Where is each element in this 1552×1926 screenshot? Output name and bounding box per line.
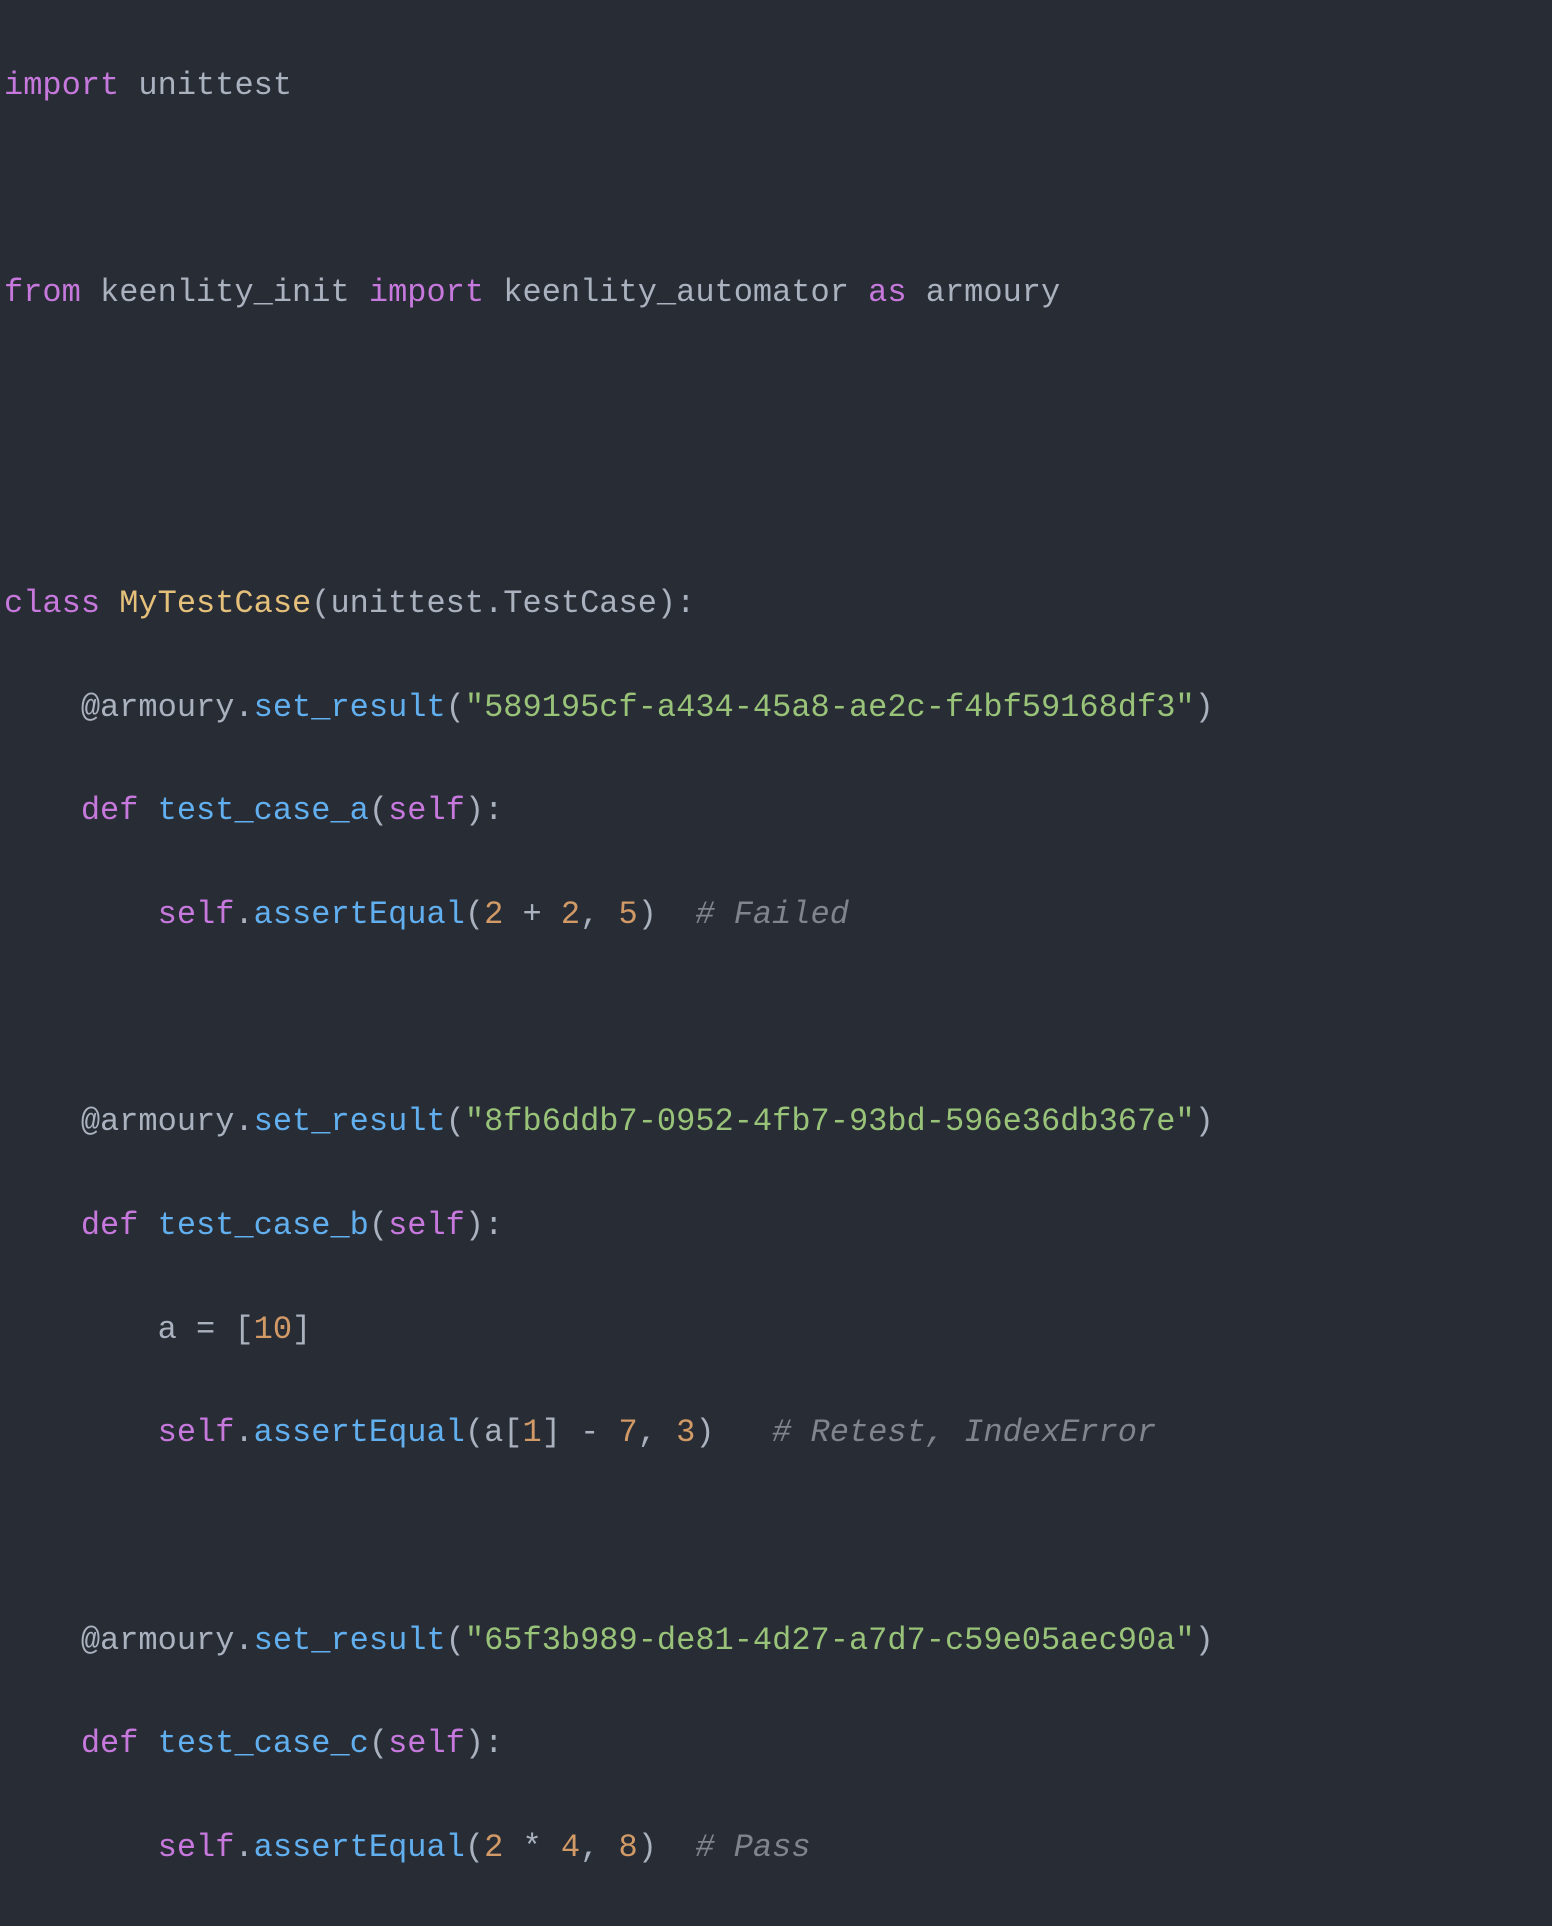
self-ref: self	[158, 1829, 235, 1866]
code-line: def test_case_c(self):	[0, 1718, 1552, 1770]
keyword-import: import	[369, 274, 484, 311]
number-literal: 5	[619, 896, 638, 933]
decorator-at: @	[81, 1622, 100, 1659]
number-literal: 4	[561, 1829, 580, 1866]
self-param: self	[388, 1725, 465, 1762]
class-name: MyTestCase	[119, 585, 311, 622]
base-class: TestCase	[503, 585, 657, 622]
variable: a	[158, 1311, 177, 1348]
comment: # Failed	[695, 896, 849, 933]
code-line-blank	[0, 1511, 1552, 1563]
code-line-blank	[0, 371, 1552, 423]
code-line: self.assertEqual(2 * 4, 8) # Pass	[0, 1822, 1552, 1874]
decorator-at: @	[81, 689, 100, 726]
variable: a	[484, 1414, 503, 1451]
method-call: assertEqual	[254, 1414, 465, 1451]
code-line: self.assertEqual(2 + 2, 5) # Failed	[0, 889, 1552, 941]
decorator-method: set_result	[254, 689, 446, 726]
uuid-string: 8fb6ddb7-0952-4fb7-93bd-596e36db367e	[484, 1103, 1175, 1140]
number-literal: 3	[676, 1414, 695, 1451]
number-literal: 2	[484, 1829, 503, 1866]
comment: # Retest, IndexError	[772, 1414, 1156, 1451]
uuid-string: 589195cf-a434-45a8-ae2c-f4bf59168df3	[484, 689, 1175, 726]
module-name: unittest	[138, 67, 292, 104]
code-line: def test_case_b(self):	[0, 1200, 1552, 1252]
decorator-method: set_result	[254, 1622, 446, 1659]
self-param: self	[388, 1207, 465, 1244]
number-literal: 10	[254, 1311, 292, 1348]
module-name: keenlity_automator	[503, 274, 849, 311]
keyword-def: def	[81, 1725, 139, 1762]
function-name: test_case_c	[158, 1725, 369, 1762]
keyword-import: import	[4, 67, 119, 104]
decorator-object: armoury	[100, 1103, 234, 1140]
code-line: @armoury.set_result("65f3b989-de81-4d27-…	[0, 1615, 1552, 1667]
base-module: unittest	[330, 585, 484, 622]
number-literal: 2	[484, 896, 503, 933]
method-call: assertEqual	[254, 896, 465, 933]
keyword-def: def	[81, 1207, 139, 1244]
number-literal: 1	[522, 1414, 541, 1451]
code-line-blank	[0, 474, 1552, 526]
function-name: test_case_b	[158, 1207, 369, 1244]
code-line: @armoury.set_result("8fb6ddb7-0952-4fb7-…	[0, 1096, 1552, 1148]
keyword-def: def	[81, 792, 139, 829]
code-line: @armoury.set_result("589195cf-a434-45a8-…	[0, 682, 1552, 734]
code-line-blank	[0, 163, 1552, 215]
uuid-string: 65f3b989-de81-4d27-a7d7-c59e05aec90a	[484, 1622, 1175, 1659]
number-literal: 2	[561, 896, 580, 933]
alias-name: armoury	[926, 274, 1060, 311]
keyword-as: as	[868, 274, 906, 311]
code-line: from keenlity_init import keenlity_autom…	[0, 267, 1552, 319]
code-line: class MyTestCase(unittest.TestCase):	[0, 578, 1552, 630]
decorator-at: @	[81, 1103, 100, 1140]
decorator-object: armoury	[100, 689, 234, 726]
function-name: test_case_a	[158, 792, 369, 829]
method-call: assertEqual	[254, 1829, 465, 1866]
decorator-object: armoury	[100, 1622, 234, 1659]
self-ref: self	[158, 1414, 235, 1451]
self-ref: self	[158, 896, 235, 933]
code-line: import unittest	[0, 60, 1552, 112]
code-line-blank	[0, 993, 1552, 1045]
decorator-method: set_result	[254, 1103, 446, 1140]
keyword-class: class	[4, 585, 100, 622]
code-line: a = [10]	[0, 1304, 1552, 1356]
code-line: def test_case_a(self):	[0, 785, 1552, 837]
keyword-from: from	[4, 274, 81, 311]
number-literal: 7	[619, 1414, 638, 1451]
comment: # Pass	[695, 1829, 810, 1866]
number-literal: 8	[619, 1829, 638, 1866]
code-editor[interactable]: import unittest from keenlity_init impor…	[0, 0, 1552, 1926]
self-param: self	[388, 792, 465, 829]
code-line: self.assertEqual(a[1] - 7, 3) # Retest, …	[0, 1407, 1552, 1459]
module-name: keenlity_init	[100, 274, 350, 311]
